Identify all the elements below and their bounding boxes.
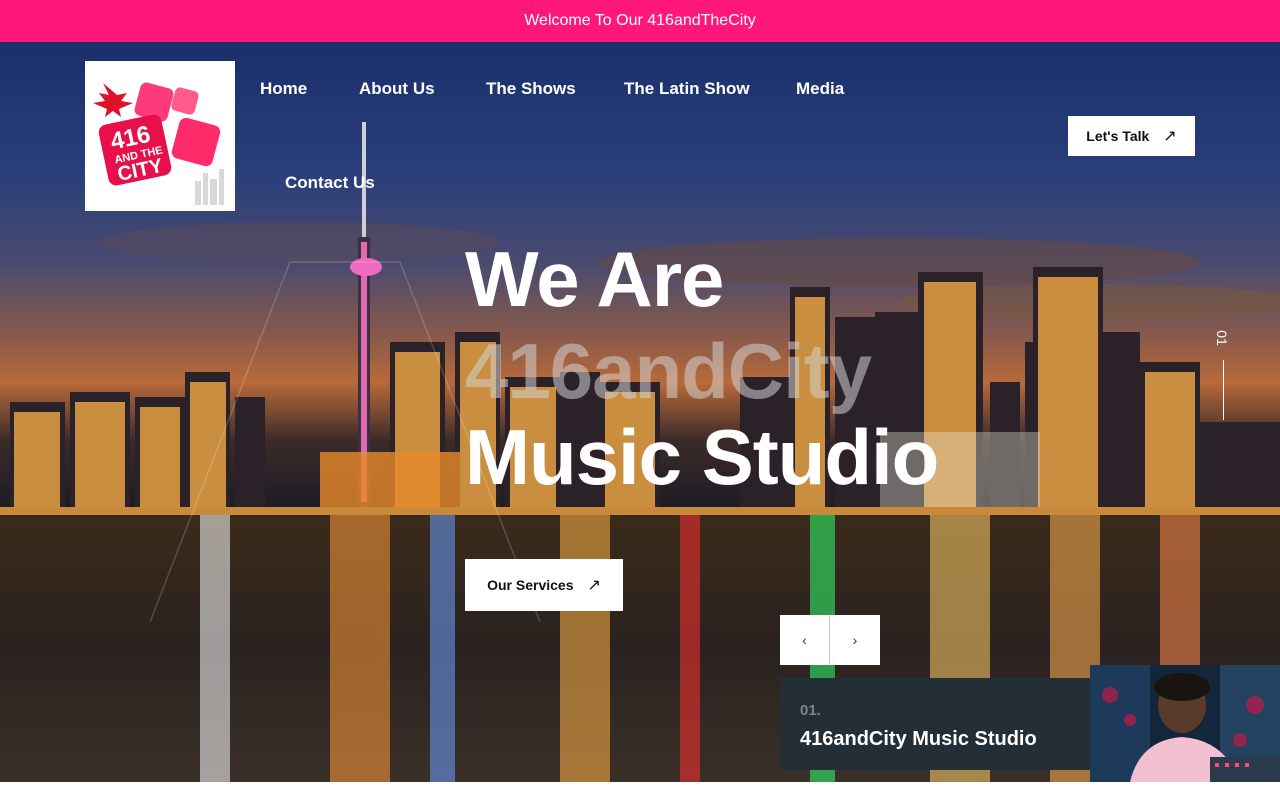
nav-contact-us[interactable]: Contact Us bbox=[285, 173, 375, 193]
hero-heading-line2: 416andCity bbox=[465, 327, 872, 415]
slider-prev-button[interactable]: ‹ bbox=[780, 615, 830, 665]
nav-about-us[interactable]: About Us bbox=[359, 79, 435, 99]
slide-progress-line bbox=[1223, 360, 1224, 420]
announcement-text: Welcome To Our 416andTheCity bbox=[524, 12, 756, 29]
lets-talk-label: Let's Talk bbox=[1086, 128, 1150, 144]
announcement-bar: Welcome To Our 416andTheCity bbox=[0, 0, 1280, 42]
nav-the-latin-show[interactable]: The Latin Show bbox=[624, 79, 750, 99]
slider-controls: ‹ › bbox=[780, 615, 880, 665]
nav-the-shows[interactable]: The Shows bbox=[486, 79, 576, 99]
studio-musician-image bbox=[1090, 665, 1280, 782]
hero-heading-line1: We Are bbox=[465, 235, 724, 323]
chevron-left-icon: ‹ bbox=[802, 632, 807, 648]
arrow-up-right-icon: ↗ bbox=[1163, 128, 1177, 145]
hero-heading-line3: Music Studio bbox=[465, 413, 939, 501]
arrow-up-right-icon: ↗ bbox=[587, 577, 601, 594]
chevron-right-icon: › bbox=[852, 632, 858, 648]
nav-media[interactable]: Media bbox=[796, 79, 844, 99]
slide-card-number: 01. bbox=[800, 702, 821, 719]
bottom-strip bbox=[0, 782, 1280, 800]
slider-next-button[interactable]: › bbox=[830, 615, 880, 665]
slide-thumbnail[interactable] bbox=[1090, 665, 1280, 782]
logo-mark-icon: 416 AND THE CITY bbox=[85, 61, 235, 211]
slide-counter: 01 bbox=[1213, 330, 1230, 346]
nav-home[interactable]: Home bbox=[260, 79, 307, 99]
our-services-label: Our Services bbox=[487, 577, 574, 593]
our-services-button[interactable]: Our Services ↗ bbox=[465, 559, 623, 611]
slide-info-card[interactable]: 01. 416andCity Music Studio bbox=[780, 678, 1090, 770]
slide-card-title: 416andCity Music Studio bbox=[800, 728, 1037, 750]
lets-talk-button[interactable]: Let's Talk ↗ bbox=[1068, 116, 1195, 156]
site-logo[interactable]: 416 AND THE CITY bbox=[85, 61, 235, 211]
